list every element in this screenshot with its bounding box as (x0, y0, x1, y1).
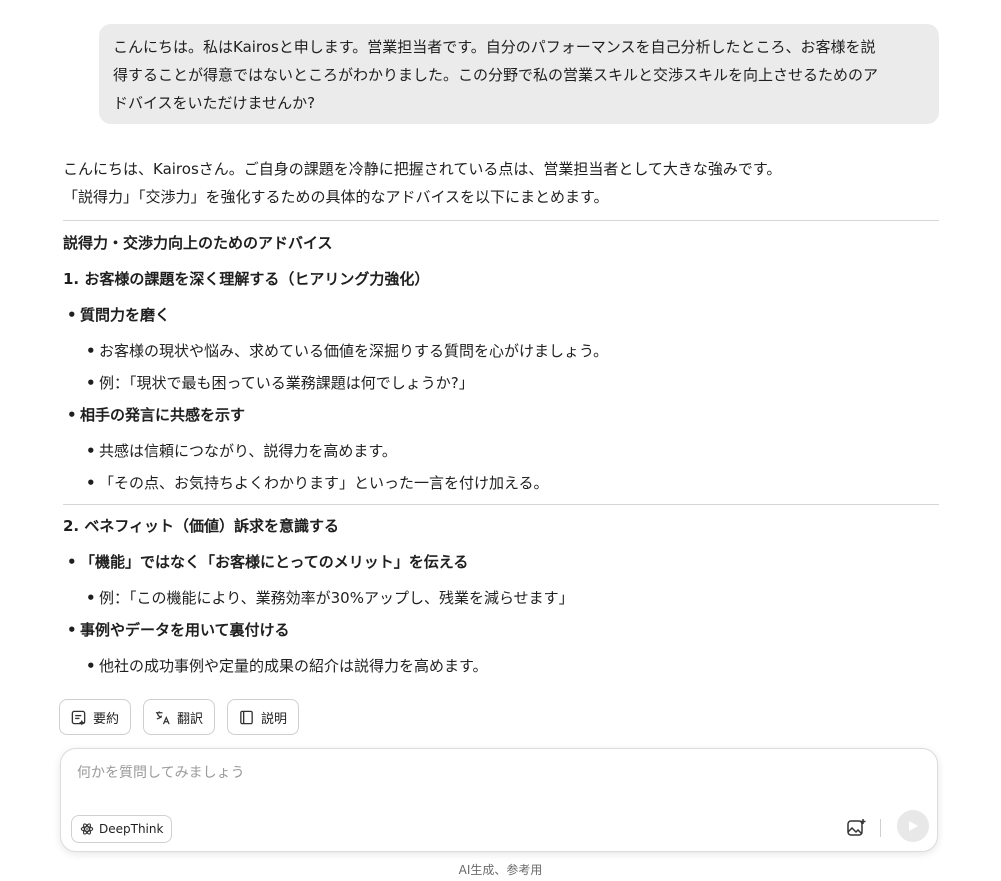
answer-title: 説得力・交渉力向上のためのアドバイス (63, 234, 333, 252)
bullet-icon: • (86, 374, 96, 392)
chat-composer: DeepThink (60, 748, 938, 852)
explain-button[interactable]: 説明 (227, 699, 299, 735)
summary-button[interactable]: 要約 (59, 699, 131, 735)
list-item: • 質問力を磨く (63, 304, 939, 326)
section-heading: 1. お客様の課題を深く理解する（ヒアリング力強化） (63, 270, 430, 288)
sub-list-item: • 共感は信頼につながり、説得力を高めます。 (63, 440, 939, 462)
sub-list-item-text: 他社の成功事例や定量的成果の紹介は説得力を高めます。 (99, 657, 488, 675)
separator (880, 819, 881, 837)
translate-button[interactable]: 翻訳 (143, 699, 215, 735)
bullet-icon: • (86, 589, 96, 607)
sub-list-item-text: 「その点、お気持ちよくわかります」といった一言を付け加える。 (99, 474, 549, 492)
explain-label: 説明 (261, 711, 288, 727)
sub-list-item: • 「その点、お気持ちよくわかります」といった一言を付け加える。 (63, 472, 939, 494)
user-message-line: 得することが得意ではないところがわかりました。この分野で私の営業スキルと交渉スキ… (113, 66, 879, 84)
book-icon (240, 710, 253, 724)
bullet-icon: • (86, 657, 96, 675)
list-item-label: 質問力を磨く (80, 306, 171, 324)
bullet-icon: • (67, 553, 77, 571)
list-item: • 相手の発言に共感を示す (63, 404, 939, 426)
sub-list-item: • お客様の現状や悩み、求めている価値を深掘りする質問を心がけましょう。 (63, 340, 939, 362)
sub-list-item-text: 共感は信頼につながり、説得力を高めます。 (99, 442, 397, 460)
bullet-icon: • (86, 442, 96, 460)
image-upload-icon (847, 819, 866, 836)
list-item: • 事例やデータを用いて裏付ける (63, 619, 939, 641)
divider (63, 220, 939, 221)
deepthink-label: DeepThink (99, 822, 164, 836)
intro-line: 「説得力」「交渉力」を強化するための具体的なアドバイスを以下にまとめます。 (63, 188, 609, 206)
translate-icon (155, 710, 170, 724)
list-item-label: 事例やデータを用いて裏付ける (80, 621, 290, 639)
user-message-line: こんにちは。私はKairosと申します。営業担当者です。自分のパフォーマンスを自… (113, 38, 876, 56)
send-arrow-icon (909, 821, 918, 831)
disclaimer-footer: AI生成、参考用 (458, 863, 543, 877)
divider (63, 504, 939, 505)
summary-note-icon (71, 710, 86, 726)
sub-list-item: • 例：「この機能により、業務効率が30%アップし、残業を減らせます」 (63, 587, 939, 609)
sub-list-item-text: 例：「この機能により、業務効率が30%アップし、残業を減らせます」 (99, 589, 574, 607)
answer-intro: こんにちは、Kairosさん。ご自身の課題を冷静に把握されている点は、営業担当者… (63, 155, 939, 211)
bullet-icon: • (67, 621, 77, 639)
assistant-answer: こんにちは、Kairosさん。ご自身の課題を冷静に把握されている点は、営業担当者… (63, 155, 939, 677)
bullet-icon: • (67, 306, 77, 324)
list-item: • 「機能」ではなく「お客様にとってのメリット」を伝える (63, 551, 939, 573)
list-item-label: 相手の発言に共感を示す (80, 406, 246, 424)
summary-label: 要約 (93, 711, 120, 727)
atom-icon (80, 823, 94, 835)
intro-line: こんにちは、Kairosさん。ご自身の課題を冷静に把握されている点は、営業担当者… (63, 160, 782, 178)
list-item-label: 「機能」ではなく「お客様にとってのメリット」を伝える (80, 553, 469, 571)
sub-list-item-text: 例：「現状で最も困っている業務課題は何でしょうか?」 (99, 374, 474, 392)
user-message-line: ドバイスをいただけませんか? (113, 94, 316, 112)
chat-input[interactable] (77, 765, 837, 781)
bullet-icon: • (86, 342, 96, 360)
sub-list-item-text: お客様の現状や悩み、求めている価値を深掘りする質問を心がけましょう。 (99, 342, 609, 360)
image-upload-button[interactable] (845, 817, 867, 839)
sub-list-item: • 例：「現状で最も困っている業務課題は何でしょうか?」 (63, 372, 939, 394)
bullet-icon: • (67, 406, 77, 424)
user-message-bubble: こんにちは。私はKairosと申します。営業担当者です。自分のパフォーマンスを自… (99, 24, 939, 124)
translate-label: 翻訳 (177, 711, 204, 727)
section-heading: 2. ベネフィット（価値）訴求を意識する (63, 517, 340, 535)
bullet-icon: • (86, 474, 96, 492)
sub-list-item: • 他社の成功事例や定量的成果の紹介は説得力を高めます。 (63, 655, 939, 677)
send-button[interactable] (897, 810, 929, 842)
deepthink-toggle[interactable]: DeepThink (71, 815, 173, 843)
